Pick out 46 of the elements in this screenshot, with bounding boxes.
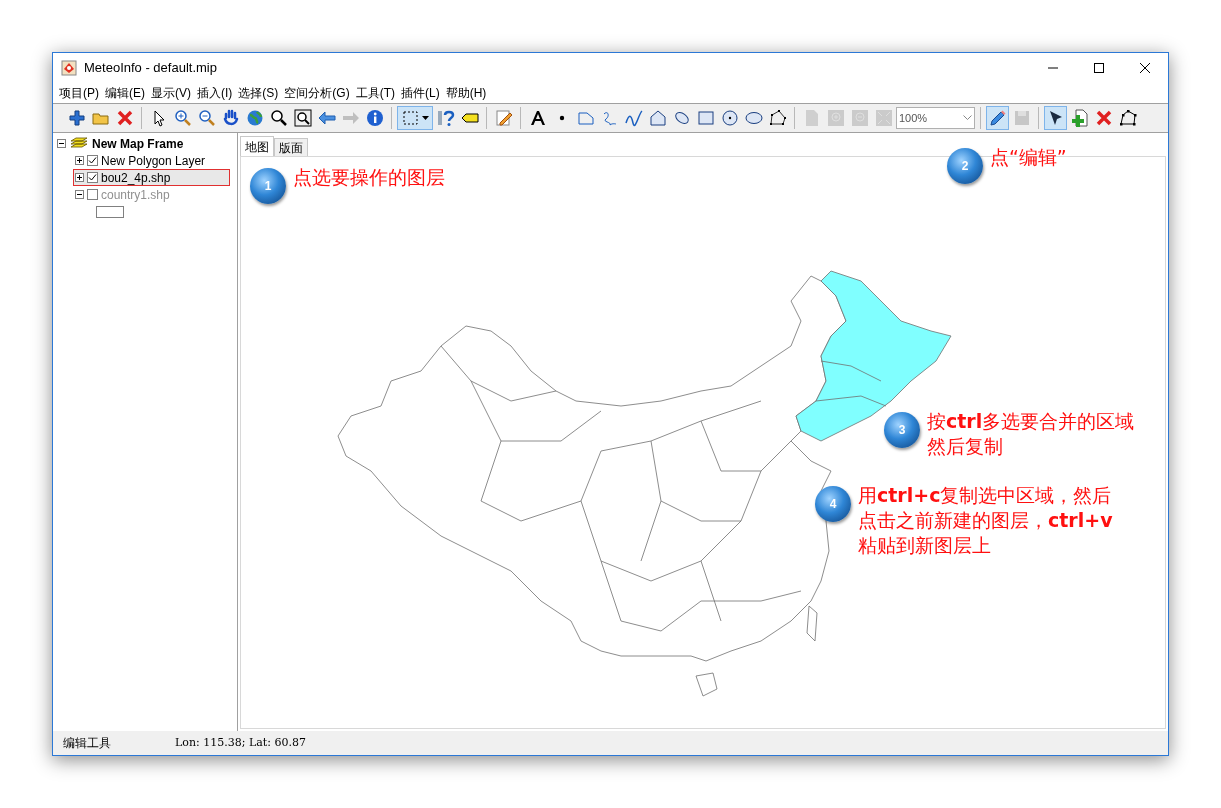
selection-rectangle-icon[interactable]	[397, 106, 433, 130]
window-title: MeteoInfo - default.mip	[84, 59, 217, 78]
menu-item[interactable]: 显示(V)	[148, 84, 194, 102]
menu-item[interactable]: 帮助(H)	[442, 84, 490, 102]
tab[interactable]: 版面	[274, 138, 308, 156]
arrow-select-icon[interactable]	[1044, 106, 1067, 130]
chevron-icon	[963, 115, 972, 121]
menu-item[interactable]: 工具(T)	[352, 84, 398, 102]
instruction-text: 点选要操作的图层	[293, 165, 445, 190]
pencil-icon[interactable]	[986, 106, 1009, 130]
close-icon	[1140, 63, 1150, 73]
app-icon	[61, 60, 77, 76]
checkbox[interactable]	[87, 155, 98, 166]
expand-icon[interactable]	[75, 173, 84, 182]
collapse-icon[interactable]	[75, 190, 84, 199]
tab[interactable]: 地图	[240, 136, 274, 156]
step-badge: 3	[884, 412, 920, 448]
menu-item[interactable]: 选择(S)	[235, 84, 282, 102]
legend-swatch	[96, 206, 124, 218]
step-badge: 1	[250, 168, 286, 204]
layer-label: country1.shp	[101, 186, 170, 204]
step-badge: 2	[947, 148, 983, 184]
collapse-icon[interactable]	[57, 139, 66, 148]
menu-item[interactable]: 插件(L)	[398, 84, 443, 102]
instruction-text: 点“编辑”	[990, 145, 1067, 170]
status-text: 编辑工具	[63, 735, 112, 752]
instruction-text: 用ctrl+c复制选中区域，然后点击之前新建的图层，ctrl+v粘贴到新图层上	[858, 483, 1114, 558]
layers-icon	[70, 137, 88, 150]
instruction-text: 按ctrl多选要合并的区域然后复制	[927, 409, 1136, 459]
layer-row[interactable]: bou2_4p.shp	[73, 169, 230, 186]
layer-label: bou2_4p.shp	[101, 169, 171, 187]
coordinates-text: Lon: 115.38; Lat: 60.87	[175, 734, 306, 751]
maximize-icon	[1094, 63, 1104, 73]
menu-item[interactable]: 编辑(E)	[102, 84, 148, 102]
expand-icon[interactable]	[75, 156, 84, 165]
zoom-combo[interactable]: 100%	[896, 107, 975, 129]
layer-row[interactable]: New Polygon Layer	[73, 152, 230, 169]
menu-item[interactable]: 项目(P)	[56, 84, 102, 102]
checkbox[interactable]	[87, 172, 98, 183]
checkbox[interactable]	[87, 189, 98, 200]
step-badge: 4	[815, 486, 851, 522]
layer-label: New Polygon Layer	[101, 152, 206, 170]
menu-item[interactable]: 插入(I)	[194, 84, 236, 102]
zoom-extent-icon[interactable]	[291, 106, 314, 130]
map-frame-label[interactable]: New Map Frame	[92, 134, 184, 153]
menu-item[interactable]: 空间分析(G)	[281, 84, 353, 102]
